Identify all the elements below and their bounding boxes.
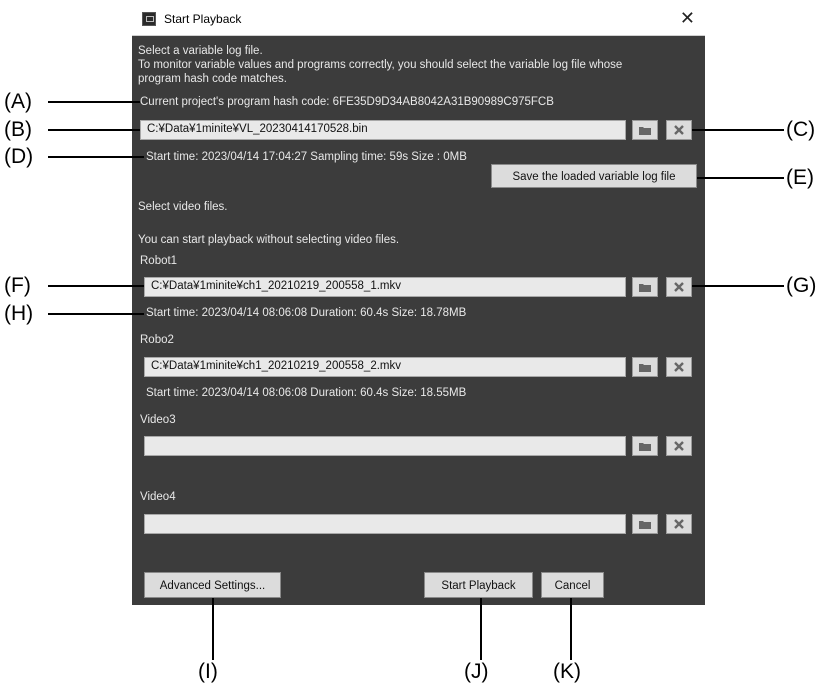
video-browse-button-4[interactable] — [632, 514, 658, 534]
callout-f-leader — [48, 285, 144, 287]
callout-d-leader — [48, 156, 144, 158]
video-browse-button-2[interactable] — [632, 357, 658, 377]
callout-f: (F) — [4, 274, 31, 297]
callout-h-leader — [48, 313, 144, 315]
video-info-1: Start time: 2023/04/14 08:06:08 Duration… — [146, 307, 467, 319]
log-intro-line-3: program hash code matches. — [138, 73, 287, 85]
callout-d: (D) — [4, 145, 34, 168]
program-hash-code: Current project's program hash code: 6FE… — [140, 96, 554, 108]
x-icon — [674, 125, 684, 135]
folder-icon — [639, 443, 651, 451]
x-icon — [674, 282, 684, 292]
callout-i: (I) — [198, 660, 218, 683]
callout-j-leader — [480, 598, 482, 660]
log-clear-button[interactable] — [666, 120, 692, 140]
folder-icon — [639, 284, 651, 292]
callout-i-leader — [212, 598, 214, 660]
save-log-button[interactable]: Save the loaded variable log file — [491, 164, 697, 188]
video-select-label: Select video files. — [138, 201, 228, 213]
log-intro-line-2: To monitor variable values and programs … — [138, 59, 623, 71]
folder-icon — [639, 127, 651, 135]
video-slot-label-1: Robot1 — [140, 255, 178, 267]
video-info-2: Start time: 2023/04/14 08:06:08 Duration… — [146, 387, 467, 399]
video-browse-button-1[interactable] — [632, 277, 658, 297]
video-clear-button-2[interactable] — [666, 357, 692, 377]
title-bar: Start Playback ✕ — [132, 5, 705, 36]
log-file-info: Start time: 2023/04/14 17:04:27 Sampling… — [146, 151, 467, 163]
callout-a: (A) — [4, 90, 32, 113]
callout-k-leader — [570, 598, 572, 660]
callout-c: (C) — [786, 118, 816, 141]
callout-h: (H) — [4, 302, 34, 325]
close-icon[interactable]: ✕ — [680, 8, 695, 28]
video-slot-label-4: Video4 — [140, 491, 176, 503]
video-path-field-1[interactable]: C:¥Data¥1minite¥ch1_20210219_200558_1.mk… — [144, 277, 626, 297]
window-title: Start Playback — [164, 12, 242, 26]
video-hint: You can start playback without selecting… — [138, 234, 400, 246]
x-icon — [674, 519, 684, 529]
video-clear-button-3[interactable] — [666, 436, 692, 456]
video-browse-button-3[interactable] — [632, 436, 658, 456]
video-path-field-4[interactable] — [144, 514, 626, 534]
folder-icon — [639, 364, 651, 372]
callout-g-leader — [692, 285, 784, 287]
callout-j: (J) — [464, 660, 489, 683]
video-path-field-3[interactable] — [144, 436, 626, 456]
app-icon — [142, 12, 156, 26]
callout-a-leader — [48, 101, 140, 103]
log-intro-line-1: Select a variable log file. — [138, 45, 263, 57]
callout-b: (B) — [4, 118, 32, 141]
x-icon — [674, 441, 684, 451]
video-slot-label-2: Robo2 — [140, 334, 174, 346]
log-file-path-field[interactable]: C:¥Data¥1minite¥VL_20230414170528.bin — [140, 120, 626, 140]
x-icon — [674, 362, 684, 372]
callout-e: (E) — [786, 166, 814, 189]
video-path-field-2[interactable]: C:¥Data¥1minite¥ch1_20210219_200558_2.mk… — [144, 357, 626, 377]
video-clear-button-1[interactable] — [666, 277, 692, 297]
advanced-settings-button[interactable]: Advanced Settings... — [144, 572, 281, 598]
video-slot-label-3: Video3 — [140, 414, 176, 426]
video-clear-button-4[interactable] — [666, 514, 692, 534]
callout-b-leader — [48, 129, 140, 131]
callout-k: (K) — [553, 660, 581, 683]
log-browse-button[interactable] — [632, 120, 658, 140]
callout-e-leader — [697, 177, 784, 179]
start-playback-button[interactable]: Start Playback — [424, 572, 533, 598]
callout-c-leader — [692, 129, 784, 131]
callout-g: (G) — [786, 274, 817, 297]
cancel-button[interactable]: Cancel — [541, 572, 604, 598]
folder-icon — [639, 521, 651, 529]
